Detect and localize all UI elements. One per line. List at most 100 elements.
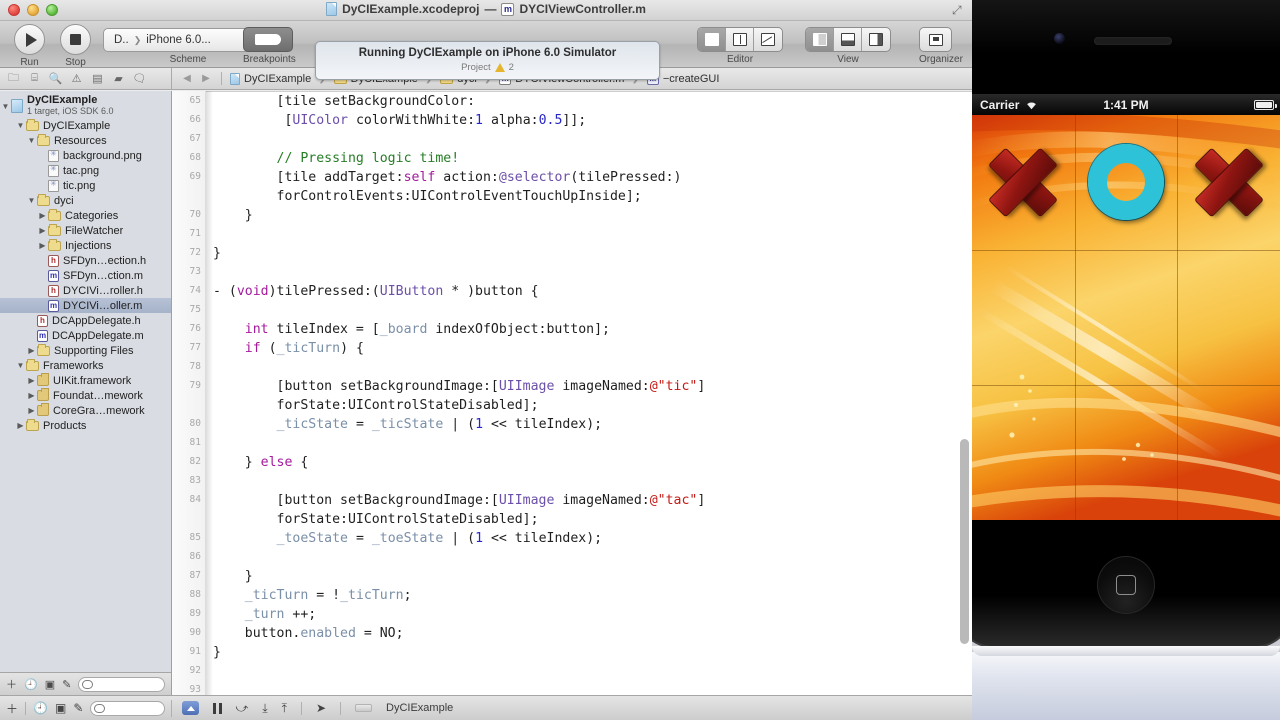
board-tile-1-0[interactable] [972,250,1075,385]
editor-vertical-scrollbar[interactable] [960,439,969,644]
disclosure-triangle-icon[interactable]: ▶ [26,406,37,415]
code-line[interactable]: _toeState = _toeState | (1 << tileIndex)… [213,529,972,548]
tree-row-frameworks[interactable]: ▼ Frameworks [0,358,171,373]
editor-mode-group[interactable]: Editor [697,27,783,65]
editor-mode-segments[interactable] [697,27,783,52]
breadcrumb-item-project[interactable]: DyCIExample [230,72,311,85]
debug-toggle-icon[interactable] [182,701,199,715]
board-tile-1-1[interactable] [1075,250,1178,385]
code-line[interactable]: [tile setBackgroundColor: [213,92,972,111]
code-line[interactable]: button.enabled = NO; [213,624,972,643]
code-content[interactable]: [tile setBackgroundColor: [UIColor color… [213,91,972,695]
tree-row-products[interactable]: ▶ Products [0,418,171,433]
disclosure-triangle-icon[interactable]: ▶ [37,226,48,235]
snapshot-icon[interactable]: ▣ [55,701,66,715]
add-icon[interactable]: ＋ [6,676,17,692]
code-line[interactable]: forState:UIControlStateDisabled]; [213,510,972,529]
code-line[interactable] [213,472,972,491]
project-navigator-icon[interactable]: 🗀 [7,72,20,84]
symbol-navigator-icon[interactable]: ⌸ [28,72,41,84]
organizer-button[interactable] [919,27,952,52]
code-line[interactable]: _ticTurn = !_ticTurn; [213,586,972,605]
history-icon[interactable]: 🕘 [33,701,48,715]
board-tile-0-0[interactable] [972,115,1075,250]
code-line[interactable] [213,358,972,377]
step-out-icon[interactable]: ⤒ [282,701,287,716]
board-tile-2-0[interactable] [972,385,1075,520]
tree-row-injections[interactable]: ▶ Injections [0,238,171,253]
disclosure-triangle-icon[interactable]: ▶ [26,391,37,400]
tree-row-dyci[interactable]: ▼ dyci [0,193,171,208]
code-line[interactable]: forState:UIControlStateDisabled]; [213,396,972,415]
project-tree[interactable]: ▼ DyCIExample 1 target, iOS SDK 6.0 ▼ DyC… [0,91,171,433]
tree-row-filewatcher[interactable]: ▶ FileWatcher [0,223,171,238]
run-button-group[interactable]: Run [14,24,45,68]
tree-row-dcappdelegate-m[interactable]: ·m DCAppDelegate.m [0,328,171,343]
organizer-group[interactable]: Organizer [919,27,963,65]
tree-row-foundat-mework[interactable]: ▶ Foundat…mework [0,388,171,403]
stop-button[interactable] [60,24,91,55]
pause-icon[interactable] [213,702,222,714]
tree-row-dcappdelegate-h[interactable]: ·h DCAppDelegate.h [0,313,171,328]
code-line[interactable] [213,434,972,453]
code-line[interactable]: _ticState = _ticState | (1 << tileIndex)… [213,415,972,434]
tic-tac-toe-board[interactable] [972,115,1280,520]
tree-row-dyciexample[interactable]: ▼ DyCIExample [0,118,171,133]
tree-row-categories[interactable]: ▶ Categories [0,208,171,223]
code-line[interactable]: - (void)tilePressed:(UIButton * )button … [213,282,972,301]
code-line[interactable]: } [213,244,972,263]
step-into-icon[interactable]: ⤓ [262,701,267,716]
tree-row-tic-png[interactable]: · tic.png [0,178,171,193]
filter-input[interactable] [78,676,165,692]
debug-bar[interactable]: ⤻ ⤓ ⤒ ➤ DyCIExample [172,701,972,716]
disclosure-triangle-icon[interactable]: ▶ [15,421,26,430]
test-navigator-icon[interactable]: ▤ [91,73,104,85]
code-line[interactable]: } [213,643,972,662]
board-tile-1-2[interactable] [1177,250,1280,385]
disclosure-triangle-icon[interactable]: ▼ [26,196,37,205]
disclosure-triangle-icon[interactable]: ▶ [37,211,48,220]
code-line[interactable] [213,130,972,149]
recent-files-icon[interactable]: 🕘 [24,678,38,691]
code-line[interactable]: int tileIndex = [_board indexOfObject:bu… [213,320,972,339]
code-line[interactable]: if (_ticTurn) { [213,339,972,358]
disclosure-triangle-icon[interactable]: ▼ [15,121,26,130]
debug-navigator-icon[interactable]: ▰ [112,73,125,85]
disclosure-triangle-icon[interactable]: ▼ [26,136,37,145]
source-editor[interactable]: 65 66 67 68 69 70 71 72 73 74 75 76 77 78 79 80 81 82 83 84… [172,91,972,695]
search-navigator-icon[interactable]: 🔍 [49,73,63,85]
standard-editor-button[interactable] [698,28,726,51]
code-line[interactable]: [UIColor colorWithWhite:1 alpha:0.5]]; [213,111,972,130]
filter-input[interactable] [90,700,165,716]
log-navigator-icon[interactable]: 🗨 [133,73,147,85]
board-tile-0-1[interactable] [1075,115,1178,250]
location-icon[interactable]: ➤ [316,701,326,715]
back-button[interactable]: ◀ [180,73,194,84]
view-toggle-group[interactable]: View [805,27,891,65]
activity-viewer[interactable]: Running DyCIExample on iPhone 6.0 Simula… [315,41,660,80]
tree-row-uikit-framework[interactable]: ▶ UIKit.framework [0,373,171,388]
step-over-icon[interactable]: ⤻ [236,701,249,716]
code-line[interactable] [213,263,972,282]
run-button[interactable] [14,24,45,55]
code-line[interactable] [213,681,972,695]
edit-icon[interactable]: ✎ [73,701,83,715]
disclosure-triangle-icon[interactable]: ▶ [37,241,48,250]
code-line[interactable]: _turn ++; [213,605,972,624]
code-line[interactable]: [button setBackgroundImage:[UIImage imag… [213,491,972,510]
tree-row-dycivi-oller-m[interactable]: ·m DYCIVi…oller.m [0,298,171,313]
code-line[interactable] [213,548,972,567]
forward-button[interactable]: ▶ [199,73,213,84]
code-line[interactable] [213,225,972,244]
code-line[interactable]: forControlEvents:UIControlEventTouchUpIn… [213,187,972,206]
toggle-debug-area-button[interactable] [834,28,862,51]
tree-row-background-png[interactable]: · background.png [0,148,171,163]
home-button[interactable] [1097,556,1155,614]
navigator-filter-bar[interactable]: ＋ 🕘 ▣ ✎ [0,672,171,695]
tree-row-sfdyn-ction-m[interactable]: ·m SFDyn…ction.m [0,268,171,283]
navigator-selector-bar[interactable]: 🗀 ⌸ 🔍 ⚠ ▤ ▰ 🗨 [0,68,172,89]
add-icon[interactable]: ＋ [6,700,18,717]
code-line[interactable]: // Pressing logic time! [213,149,972,168]
code-line[interactable]: [tile addTarget:self action:@selector(ti… [213,168,972,187]
code-line[interactable]: } [213,206,972,225]
